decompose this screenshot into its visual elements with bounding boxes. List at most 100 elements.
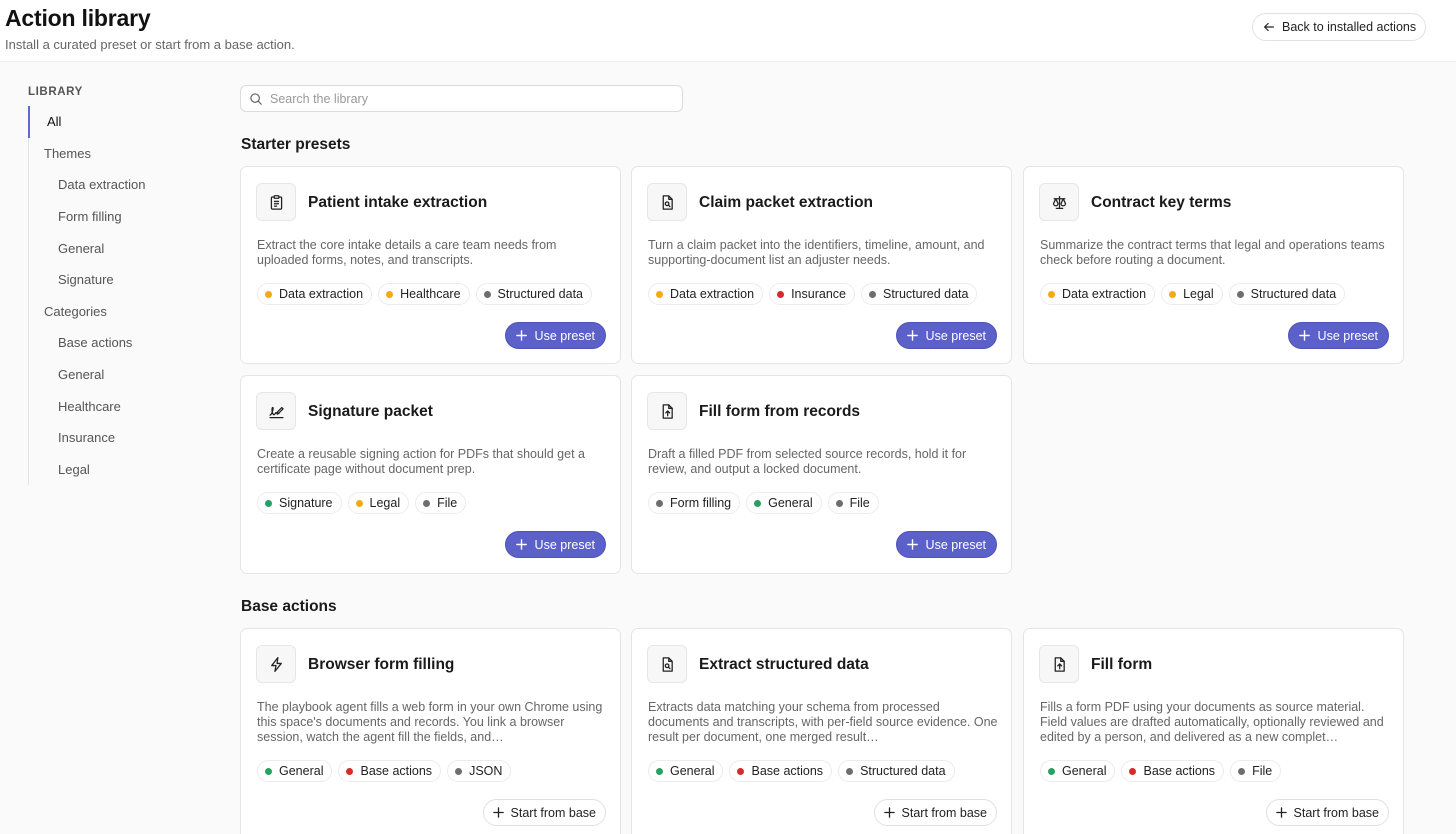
button-label: Use preset <box>1317 328 1378 343</box>
base-card-extract-structured-data[interactable]: Extract structured data Extracts data ma… <box>631 628 1012 834</box>
use-preset-button[interactable]: Use preset <box>504 322 606 349</box>
document-search-icon <box>662 656 673 672</box>
plus-icon <box>492 807 504 818</box>
sidebar-item-categories[interactable]: Categories <box>29 296 208 328</box>
use-preset-button[interactable]: Use preset <box>1287 322 1389 349</box>
base-card-fill-form[interactable]: Fill form Fills a form PDF using your do… <box>1023 628 1404 834</box>
sidebar-item-base-actions[interactable]: Base actions <box>29 327 208 359</box>
base-actions-heading: Base actions <box>241 598 337 615</box>
tag-healthcare: Healthcare <box>378 283 470 305</box>
preset-card-signature-packet[interactable]: Signature packet Create a reusable signi… <box>240 375 621 574</box>
card-icon-box <box>647 183 687 221</box>
tag-insurance: Insurance <box>769 283 855 305</box>
sidebar-heading: LIBRARY <box>28 86 83 98</box>
tag-base-actions: Base actions <box>338 760 442 782</box>
card-tags: Form filling General File <box>648 492 879 514</box>
scale-icon <box>1052 195 1066 209</box>
tag-file: File <box>1230 760 1282 782</box>
search-input[interactable] <box>270 91 670 106</box>
card-title: Browser form filling <box>308 656 455 673</box>
button-label: Start from base <box>510 805 596 820</box>
card-title: Fill form <box>1091 656 1153 673</box>
card-description: Draft a filled PDF from selected source … <box>648 447 967 476</box>
start-from-base-button[interactable]: Start from base <box>873 799 997 826</box>
sidebar-item-themes[interactable]: Themes <box>29 138 208 170</box>
signature-icon <box>268 406 284 418</box>
card-title: Signature packet <box>308 403 433 420</box>
use-preset-button[interactable]: Use preset <box>895 531 997 558</box>
card-icon-box <box>647 392 687 430</box>
tag-data-extraction: Data extraction <box>1040 283 1156 305</box>
button-label: Start from base <box>1293 805 1379 820</box>
use-preset-button[interactable]: Use preset <box>504 531 606 558</box>
start-from-base-button[interactable]: Start from base <box>482 799 606 826</box>
plus-icon <box>1298 330 1310 341</box>
card-tags: Signature Legal File <box>257 492 467 514</box>
tag-general: General <box>257 760 333 782</box>
card-description: The playbook agent fills a web form in y… <box>257 700 603 744</box>
card-title: Extract structured data <box>699 656 869 673</box>
document-upload-icon <box>1054 656 1065 672</box>
card-description: Extract the core intake details a care t… <box>257 238 557 267</box>
back-to-installed-button[interactable]: Back to installed actions <box>1252 13 1427 41</box>
tag-form-filling: Form filling <box>648 492 741 514</box>
sidebar-item-general-category[interactable]: General <box>29 359 208 391</box>
sidebar-item-signature[interactable]: Signature <box>29 264 208 296</box>
preset-card-claim-packet[interactable]: Claim packet extraction Turn a claim pac… <box>631 166 1012 364</box>
tag-structured-data: Structured data <box>838 760 955 782</box>
card-icon-box <box>1039 183 1079 221</box>
starter-presets-heading: Starter presets <box>241 136 351 153</box>
preset-card-fill-form-from-records[interactable]: Fill form from records Draft a filled PD… <box>631 375 1012 574</box>
button-label: Start from base <box>901 805 987 820</box>
page-header: Action library Install a curated preset … <box>0 0 1456 62</box>
card-description: Summarize the contract terms that legal … <box>1040 238 1385 267</box>
lightning-icon <box>270 656 282 672</box>
card-icon-box <box>647 645 687 683</box>
plus-icon <box>1275 807 1287 818</box>
page-subtitle: Install a curated preset or start from a… <box>5 37 295 52</box>
sidebar-item-form-filling[interactable]: Form filling <box>29 201 208 233</box>
plus-icon <box>906 539 918 550</box>
card-tags: General Base actions File <box>1040 760 1282 782</box>
card-tags: General Base actions Structured data <box>648 760 955 782</box>
sidebar-item-general-theme[interactable]: General <box>29 232 208 264</box>
plus-icon <box>515 539 527 550</box>
start-from-base-button[interactable]: Start from base <box>1265 799 1389 826</box>
tag-legal: Legal <box>347 492 410 514</box>
card-title: Patient intake extraction <box>308 194 488 211</box>
plus-icon <box>515 330 527 341</box>
tag-general: General <box>648 760 724 782</box>
preset-card-patient-intake[interactable]: Patient intake extraction Extract the co… <box>240 166 621 364</box>
tag-general: General <box>746 492 822 514</box>
library-sidebar: LIBRARY All Themes Data extraction Form … <box>28 86 208 486</box>
tag-base-actions: Base actions <box>729 760 833 782</box>
tag-json: JSON <box>447 760 512 782</box>
back-button-label: Back to installed actions <box>1282 20 1417 34</box>
tag-legal: Legal <box>1161 283 1223 305</box>
sidebar-item-data-extraction[interactable]: Data extraction <box>29 169 208 201</box>
sidebar-item-healthcare[interactable]: Healthcare <box>29 390 208 422</box>
button-label: Use preset <box>534 328 595 343</box>
tag-structured-data: Structured data <box>1228 283 1346 305</box>
button-label: Use preset <box>534 537 595 552</box>
tag-file: File <box>415 492 467 514</box>
base-card-browser-form-filling[interactable]: Browser form filling The playbook agent … <box>240 628 621 834</box>
plus-icon <box>883 807 895 818</box>
card-title: Contract key terms <box>1091 194 1232 211</box>
sidebar-item-insurance[interactable]: Insurance <box>29 422 208 454</box>
page-title: Action library <box>5 5 151 31</box>
tag-data-extraction: Data extraction <box>648 283 764 305</box>
tag-file: File <box>827 492 879 514</box>
tag-structured-data: Structured data <box>475 283 592 305</box>
search-box <box>240 85 683 112</box>
tag-structured-data: Structured data <box>860 283 978 305</box>
card-title: Claim packet extraction <box>699 194 874 211</box>
card-tags: General Base actions JSON <box>257 760 512 782</box>
preset-card-contract-key-terms[interactable]: Contract key terms Summarize the contrac… <box>1023 166 1404 364</box>
use-preset-button[interactable]: Use preset <box>895 322 997 349</box>
card-tags: Data extraction Healthcare Structured da… <box>257 283 592 305</box>
sidebar-item-all[interactable]: All <box>28 106 208 138</box>
card-icon-box <box>256 392 296 430</box>
sidebar-item-legal[interactable]: Legal <box>29 454 208 486</box>
button-label: Use preset <box>925 537 986 552</box>
